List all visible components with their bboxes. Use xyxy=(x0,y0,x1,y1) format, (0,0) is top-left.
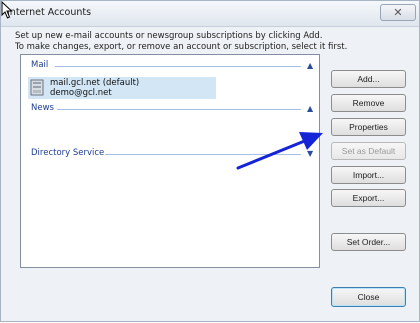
properties-button[interactable]: Properties xyxy=(331,118,406,136)
set-as-default-button[interactable]: Set as Default xyxy=(331,142,406,160)
close-icon: ✕ xyxy=(393,6,403,19)
account-server-name: mail.gcl.net (default) xyxy=(50,78,140,88)
window-close-button[interactable]: ✕ xyxy=(380,4,416,21)
window-title: Internet Accounts xyxy=(7,7,92,18)
mail-account-icon xyxy=(30,79,44,96)
title-bar: Internet Accounts ✕ xyxy=(1,1,419,27)
news-group-header[interactable]: News xyxy=(31,103,54,113)
news-collapse-chevron-icon[interactable]: ▲ xyxy=(307,105,313,113)
mail-group-divider xyxy=(55,66,301,67)
accounts-list[interactable]: Mail ▲ mail.gcl.net (default) demo@gcl.n… xyxy=(20,54,320,268)
mail-account-row[interactable]: mail.gcl.net (default) demo@gcl.net xyxy=(28,77,216,99)
directory-expand-chevron-icon[interactable]: ▼ xyxy=(307,150,313,158)
remove-button[interactable]: Remove xyxy=(331,94,406,112)
mail-collapse-chevron-icon[interactable]: ▲ xyxy=(307,62,313,70)
mouse-cursor-icon xyxy=(1,1,13,19)
export-button[interactable]: Export... xyxy=(331,189,406,207)
directory-group-divider xyxy=(105,154,301,155)
add-button[interactable]: Add... xyxy=(331,70,406,88)
account-email: demo@gcl.net xyxy=(50,88,112,98)
internet-accounts-dialog: Internet Accounts ✕ Set up new e-mail ac… xyxy=(0,0,420,322)
description-line-2: To make changes, export, or remove an ac… xyxy=(15,42,348,52)
mail-group-header[interactable]: Mail xyxy=(31,60,48,70)
directory-service-group-header[interactable]: Directory Service xyxy=(31,148,104,158)
close-button[interactable]: Close xyxy=(331,287,406,307)
import-button[interactable]: Import... xyxy=(331,166,406,184)
news-group-divider xyxy=(57,109,301,110)
description-line-1: Set up new e-mail accounts or newsgroup … xyxy=(15,31,323,41)
set-order-button[interactable]: Set Order... xyxy=(331,233,406,251)
